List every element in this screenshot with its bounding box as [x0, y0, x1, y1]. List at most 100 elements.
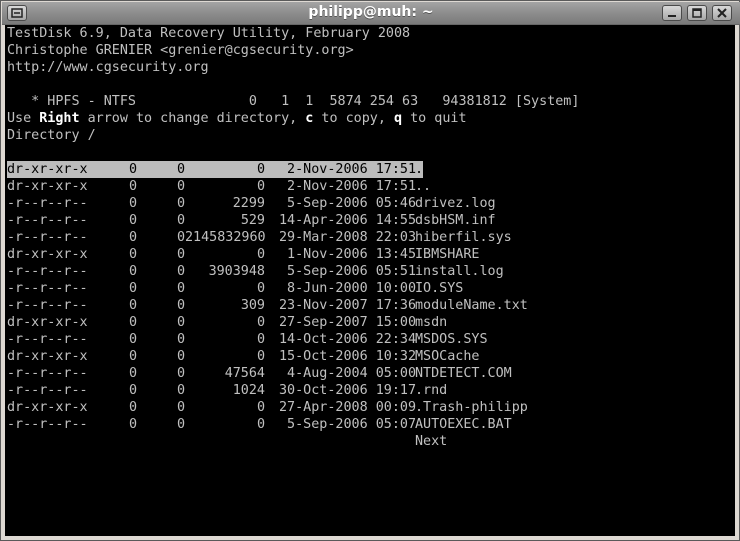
file-size: 47564	[224, 366, 265, 381]
file-gid: 0	[176, 230, 185, 245]
minimize-button[interactable]	[662, 5, 682, 21]
file-name: install.log	[415, 264, 504, 279]
file-row[interactable]: dr-xr-xr-x 0 0 0 27-Apr-2008 00:09 .Trash-phi…	[7, 399, 707, 416]
file-row[interactable]: -r--r--r-- 0 0 2145832960 29-Mar-2008 22:03 h…	[7, 229, 707, 246]
file-date: 27-Apr-2008 00:09	[279, 400, 417, 415]
file-date: 1-Nov-2006 13:45	[279, 247, 417, 262]
file-row[interactable]: -r--r--r-- 0 0 2299 5-Sep-2006 05:46 drivez.…	[7, 195, 707, 212]
file-name: moduleName.txt	[415, 298, 528, 313]
file-row[interactable]: dr-xr-xr-x 0 0 0 15-Oct-2006 10:32 MSOCache	[7, 348, 707, 365]
file-permissions: -r--r--r--	[7, 298, 88, 313]
file-date: 5-Sep-2006 05:07	[279, 417, 417, 432]
file-size: 0	[256, 349, 265, 364]
file-permissions: -r--r--r--	[7, 213, 88, 228]
file-permissions: dr-xr-xr-x	[7, 400, 88, 415]
next-link[interactable]: Next	[415, 433, 447, 450]
file-uid: 0	[128, 298, 137, 313]
title-bar[interactable]: philipp@muh: ~	[2, 2, 740, 25]
terminal-screen[interactable]: TestDisk 6.9, Data Recovery Utility, Feb…	[5, 25, 735, 536]
file-gid: 0	[176, 281, 185, 296]
file-size: 0	[256, 315, 265, 330]
file-gid: 0	[176, 417, 185, 432]
file-gid: 0	[176, 264, 185, 279]
minimize-icon	[668, 15, 676, 17]
file-uid: 0	[128, 230, 137, 245]
file-uid: 0	[128, 332, 137, 347]
file-name: NTDETECT.COM	[415, 366, 512, 381]
author-line: Christophe GRENIER <grenier@cgsecurity.o…	[7, 43, 354, 58]
file-permissions: dr-xr-xr-x	[7, 315, 88, 330]
file-row[interactable]: dr-xr-xr-x 0 0 0 27-Sep-2007 15:00 msdn	[7, 314, 707, 331]
file-date: 2-Nov-2006 17:51	[279, 162, 417, 177]
file-gid: 0	[176, 196, 185, 211]
file-row[interactable]: dr-xr-xr-x 0 0 0 2-Nov-2006 17:51.	[7, 161, 707, 178]
file-gid: 0	[176, 383, 185, 398]
file-date: 29-Mar-2008 22:03	[279, 230, 417, 245]
file-row[interactable]: -r--r--r-- 0 0 47564 4-Aug-2004 05:00 NTDETE…	[7, 365, 707, 382]
file-name: drivez.log	[415, 196, 496, 211]
file-size: 0	[256, 179, 265, 194]
terminal-window: philipp@muh: ~ TestDisk 6.9, Data Recove…	[0, 0, 740, 541]
file-row[interactable]: -r--r--r-- 0 0 1024 30-Oct-2006 19:17 .rnd	[7, 382, 707, 399]
file-gid: 0	[176, 162, 185, 177]
help-mid1: arrow to change directory,	[79, 111, 306, 126]
maximize-icon	[692, 8, 702, 18]
file-date: 14-Oct-2006 22:34	[279, 332, 417, 347]
file-uid: 0	[128, 383, 137, 398]
file-uid: 0	[128, 213, 137, 228]
file-permissions: -r--r--r--	[7, 417, 88, 432]
maximize-button[interactable]	[687, 5, 707, 21]
close-icon	[717, 8, 727, 18]
file-row[interactable]: -r--r--r-- 0 0 0 8-Jun-2000 10:00 IO.SYS	[7, 280, 707, 297]
file-size: 1024	[232, 383, 265, 398]
file-gid: 0	[176, 366, 185, 381]
file-uid: 0	[128, 162, 137, 177]
file-name: dsbHSM.inf	[415, 213, 496, 228]
file-row[interactable]: -r--r--r-- 0 0 0 5-Sep-2006 05:07 AUTOEXEC.B…	[7, 416, 707, 433]
file-name: .rnd	[415, 383, 448, 398]
file-date: 4-Aug-2004 05:00	[279, 366, 417, 381]
file-uid: 0	[128, 179, 137, 194]
file-name: AUTOEXEC.BAT	[415, 417, 512, 432]
file-gid: 0	[176, 213, 185, 228]
file-row[interactable]: -r--r--r-- 0 0 0 14-Oct-2006 22:34 MSDOS.SYS	[7, 331, 707, 348]
file-date: 30-Oct-2006 19:17	[279, 383, 417, 398]
file-name: IBMSHARE	[415, 247, 480, 262]
website-line: http://www.cgsecurity.org	[7, 60, 209, 75]
file-date: 2-Nov-2006 17:51	[279, 179, 417, 194]
file-size: 529	[240, 213, 265, 228]
file-size: 0	[256, 162, 265, 177]
file-uid: 0	[128, 349, 137, 364]
key-quit: q	[393, 111, 403, 126]
file-uid: 0	[128, 315, 137, 330]
file-gid: 0	[176, 179, 185, 194]
file-row[interactable]: -r--r--r-- 0 0 3903948 5-Sep-2006 05:51 inst…	[7, 263, 707, 280]
file-gid: 0	[176, 349, 185, 364]
file-size: 0	[256, 332, 265, 347]
window-title: philipp@muh: ~	[308, 4, 434, 20]
file-size: 309	[240, 298, 265, 313]
file-gid: 0	[176, 315, 185, 330]
file-name: MSDOS.SYS	[415, 332, 488, 347]
file-row[interactable]: dr-xr-xr-x 0 0 0 2-Nov-2006 17:51..	[7, 178, 707, 195]
help-mid2: to copy,	[313, 111, 394, 126]
file-permissions: -r--r--r--	[7, 264, 88, 279]
file-row[interactable]: dr-xr-xr-x 0 0 0 1-Nov-2006 13:45 IBMSHARE	[7, 246, 707, 263]
file-row[interactable]: -r--r--r-- 0 0 529 14-Apr-2006 14:55 dsbHSM.i…	[7, 212, 707, 229]
file-size: 2299	[232, 196, 265, 211]
file-name: msdn	[415, 315, 448, 330]
file-permissions: -r--r--r--	[7, 281, 88, 296]
directory-label: Directory /	[7, 128, 96, 143]
file-size: 3903948	[208, 264, 265, 279]
file-name: IO.SYS	[415, 281, 464, 296]
file-row[interactable]: -r--r--r-- 0 0 309 23-Nov-2007 17:36 moduleNa…	[7, 297, 707, 314]
app-title-line: TestDisk 6.9, Data Recovery Utility, Feb…	[7, 26, 411, 41]
file-date: 5-Sep-2006 05:51	[279, 264, 417, 279]
partition-line: * HPFS - NTFS 0 1 1 5874 254 63 94381812…	[7, 94, 580, 109]
close-button[interactable]	[712, 5, 732, 21]
file-gid: 0	[176, 332, 185, 347]
help-suffix: to quit	[402, 111, 467, 126]
help-line: Use Right arrow to change directory, c t…	[7, 110, 467, 127]
file-uid: 0	[128, 247, 137, 262]
file-permissions: -r--r--r--	[7, 383, 88, 398]
